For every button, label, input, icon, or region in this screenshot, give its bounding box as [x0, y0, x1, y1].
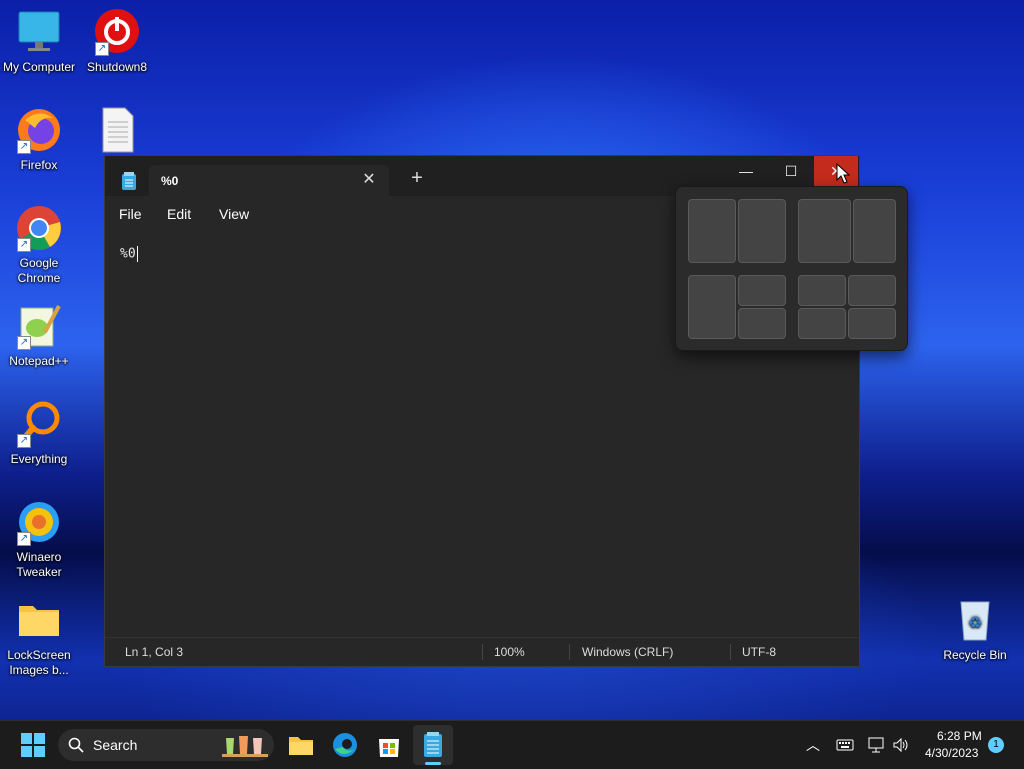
recycle-bin-icon: ♻	[951, 596, 999, 644]
keyboard-icon[interactable]	[836, 738, 854, 757]
chrome-icon: ↗	[15, 204, 63, 252]
winaero-icon: ↗	[15, 498, 63, 546]
notepadpp-icon: ↗	[15, 302, 63, 350]
shortcut-arrow-icon: ↗	[17, 434, 31, 448]
menu-view[interactable]: View	[219, 206, 249, 222]
desktop-icon-winaero-tweaker[interactable]: ↗ Winaero Tweaker	[0, 498, 78, 580]
shortcut-arrow-icon: ↗	[17, 532, 31, 546]
document-tab[interactable]: %0 ✕	[149, 165, 389, 196]
text-file-icon	[93, 106, 141, 154]
taskbar: Search ︿ 6:28 PM 4/30/2023 1	[0, 720, 1024, 769]
firefox-icon: ↗	[15, 106, 63, 154]
shortcut-arrow-icon: ↗	[17, 140, 31, 154]
folder-icon	[15, 596, 63, 644]
clock-time[interactable]: 6:28 PM	[937, 729, 982, 743]
snap-zone[interactable]	[848, 275, 896, 306]
volume-icon[interactable]	[892, 736, 910, 759]
snap-zone[interactable]	[853, 199, 896, 263]
status-bar: Ln 1, Col 3 100% Windows (CRLF) UTF-8	[105, 637, 859, 666]
file-explorer-icon[interactable]	[285, 729, 317, 761]
desktop-icon-label: Google Chrome	[17, 256, 61, 285]
snap-zone[interactable]	[738, 275, 786, 306]
taskbar-search-box[interactable]: Search	[58, 729, 274, 761]
shortcut-arrow-icon: ↗	[17, 238, 31, 252]
snap-zone[interactable]	[688, 275, 736, 339]
menu-edit[interactable]: Edit	[167, 206, 191, 222]
desktop-icon-firefox[interactable]: ↗ Firefox	[0, 106, 78, 173]
snap-zone[interactable]	[798, 308, 846, 339]
desktop-icon-label: LockScreen Images b...	[7, 648, 71, 677]
status-divider	[482, 644, 483, 660]
search-highlight-drinks-icon	[220, 732, 270, 763]
desktop-icon-everything[interactable]: ↗ Everything	[0, 400, 78, 467]
desktop-icon-label: Firefox	[20, 158, 58, 172]
editor-content: %0	[120, 246, 136, 262]
desktop-icon-chrome[interactable]: ↗ Google Chrome	[0, 204, 78, 286]
snap-layouts-flyout	[675, 186, 908, 351]
desktop-icon-label: Shutdown8	[86, 60, 148, 74]
desktop-icon-label: Notepad++	[9, 354, 69, 368]
search-icon	[68, 737, 84, 758]
tab-title: %0	[161, 174, 179, 188]
status-position: Ln 1, Col 3	[125, 645, 184, 659]
snap-zone[interactable]	[798, 199, 851, 263]
network-icon[interactable]	[868, 736, 886, 759]
clock-date[interactable]: 4/30/2023	[925, 746, 978, 760]
new-tab-plus-icon[interactable]: +	[407, 168, 427, 188]
active-app-indicator	[425, 762, 441, 765]
snap-zone[interactable]	[738, 199, 786, 263]
notification-badge[interactable]: 1	[988, 737, 1004, 753]
snap-zone[interactable]	[798, 275, 846, 306]
monitor-icon	[15, 8, 63, 56]
status-divider	[569, 644, 570, 660]
microsoft-store-icon[interactable]	[373, 729, 405, 761]
notepad-taskbar-icon[interactable]	[417, 729, 449, 761]
shortcut-arrow-icon: ↗	[17, 336, 31, 350]
maximize-button[interactable]: ☐	[769, 156, 813, 186]
start-windows-icon[interactable]	[17, 729, 49, 761]
shortcut-arrow-icon: ↗	[95, 42, 109, 56]
text-caret	[136, 246, 138, 262]
minimize-button[interactable]: —	[724, 156, 768, 186]
desktop-icon-notepadpp[interactable]: ↗ Notepad++	[0, 302, 78, 369]
desktop-file-icon[interactable]	[78, 106, 156, 158]
status-encoding: UTF-8	[742, 645, 776, 659]
menu-file[interactable]: File	[119, 206, 142, 222]
notepad-app-icon	[121, 172, 137, 195]
tab-close-icon[interactable]: ✕	[357, 168, 381, 192]
search-label: Search	[93, 737, 138, 753]
desktop-icon-recycle-bin[interactable]: ♻ Recycle Bin	[936, 596, 1014, 663]
desktop-icon-label: Recycle Bin	[943, 648, 1007, 662]
status-line-ending: Windows (CRLF)	[582, 645, 674, 659]
snap-zone[interactable]	[688, 199, 736, 263]
status-zoom: 100%	[494, 645, 525, 659]
edge-browser-icon[interactable]	[329, 729, 361, 761]
desktop-icon-shutdown8[interactable]: ↗ Shutdown8	[78, 8, 156, 75]
show-hidden-icons-chevron-icon[interactable]: ︿	[806, 735, 820, 755]
desktop-icon-label: Winaero Tweaker	[16, 550, 62, 579]
desktop-icon-label: My Computer	[2, 60, 76, 74]
status-divider	[730, 644, 731, 660]
snap-zone[interactable]	[848, 308, 896, 339]
desktop-icon-lockscreen-folder[interactable]: LockScreen Images b...	[0, 596, 78, 678]
power-icon: ↗	[93, 8, 141, 56]
snap-zone[interactable]	[738, 308, 786, 339]
svg-text:♻: ♻	[968, 613, 982, 632]
desktop-icon-label: Everything	[10, 452, 68, 466]
desktop-icon-my-computer[interactable]: My Computer	[0, 8, 78, 75]
search-magnifier-icon: ↗	[15, 400, 63, 448]
text-editor[interactable]: %0	[120, 246, 138, 262]
